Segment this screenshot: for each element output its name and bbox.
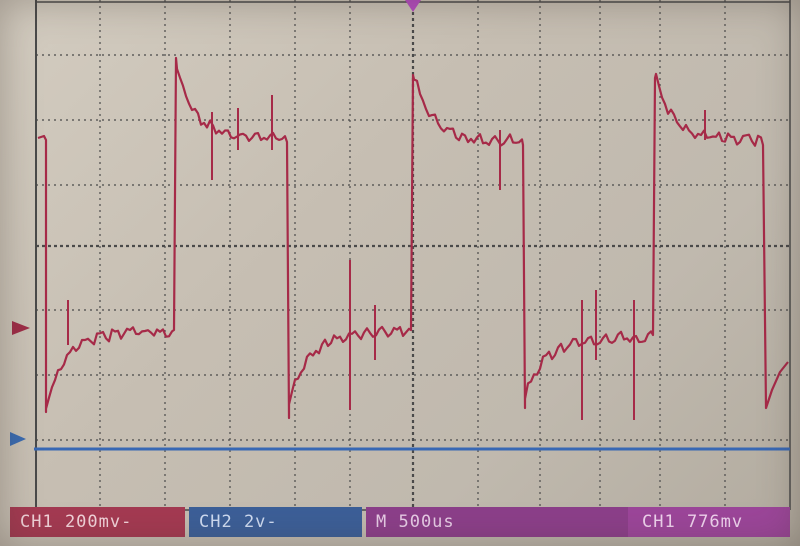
waveform-display bbox=[34, 0, 791, 511]
ch1-ground-marker-icon bbox=[12, 321, 30, 335]
timebase-readout[interactable]: M 500us bbox=[366, 507, 628, 537]
ch2-ground-marker-icon bbox=[10, 432, 26, 446]
trigger-position-marker-icon bbox=[405, 0, 421, 12]
oscilloscope-screen: CH1 200mv- CH2 2v- M 500us CH1 776mv bbox=[0, 0, 800, 546]
ch2-scale-readout[interactable]: CH2 2v- bbox=[189, 507, 362, 537]
trigger-level-readout[interactable]: CH1 776mv bbox=[628, 507, 790, 537]
ch1-noise-spikes bbox=[67, 95, 706, 420]
ch1-trace bbox=[37, 56, 789, 420]
ch1-scale-readout[interactable]: CH1 200mv- bbox=[10, 507, 185, 537]
